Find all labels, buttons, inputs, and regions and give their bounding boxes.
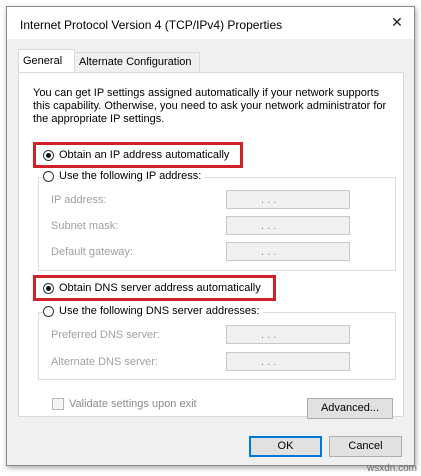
window-title: Internet Protocol Version 4 (TCP/IPv4) P… <box>20 18 283 32</box>
advanced-button[interactable]: Advanced... <box>307 398 393 419</box>
subnet-mask-label: Subnet mask: <box>51 220 119 232</box>
ip-address-label: IP address: <box>51 194 107 206</box>
alternate-dns-label: Alternate DNS server: <box>51 356 158 368</box>
validate-checkbox[interactable] <box>52 398 64 410</box>
default-gateway-input[interactable]: . . . <box>226 242 350 261</box>
validate-row[interactable]: Validate settings upon exit <box>52 398 197 410</box>
close-icon: ✕ <box>391 14 403 30</box>
title-bar: Internet Protocol Version 4 (TCP/IPv4) P… <box>7 7 414 39</box>
dns-manual-label: Use the following DNS server addresses: <box>59 305 260 317</box>
default-gateway-label: Default gateway: <box>51 246 133 258</box>
subnet-mask-input[interactable]: . . . <box>226 216 350 235</box>
ip-address-input[interactable]: . . . <box>226 190 350 209</box>
cancel-button[interactable]: Cancel <box>329 436 402 457</box>
ip-manual-radio-row[interactable]: Use the following IP address: <box>43 170 205 182</box>
ok-button[interactable]: OK <box>249 436 322 457</box>
validate-label: Validate settings upon exit <box>69 398 197 410</box>
dns-manual-radio-row[interactable]: Use the following DNS server addresses: <box>43 305 263 317</box>
ip-manual-label: Use the following IP address: <box>59 170 202 182</box>
preferred-dns-input[interactable]: . . . <box>226 325 350 344</box>
ip-auto-label: Obtain an IP address automatically <box>59 149 230 161</box>
dns-manual-radio[interactable] <box>43 305 54 317</box>
watermark-text: wsxdn.com <box>366 463 417 474</box>
description-text: You can get IP settings assigned automat… <box>33 87 387 125</box>
dns-auto-radio[interactable] <box>43 282 54 294</box>
preferred-dns-value: . . . <box>261 329 277 341</box>
dns-auto-label: Obtain DNS server address automatically <box>59 282 261 294</box>
dns-auto-radio-row[interactable]: Obtain DNS server address automatically <box>43 282 261 294</box>
close-button[interactable]: ✕ <box>386 11 408 33</box>
tab-alternate-configuration[interactable]: Alternate Configuration <box>74 52 200 72</box>
alternate-dns-input[interactable]: . . . <box>226 352 350 371</box>
dialog-window: Internet Protocol Version 4 (TCP/IPv4) P… <box>6 6 415 466</box>
alternate-dns-value: . . . <box>261 356 277 368</box>
general-panel: You can get IP settings assigned automat… <box>18 72 404 419</box>
preferred-dns-label: Preferred DNS server: <box>51 329 160 341</box>
tab-general[interactable]: General <box>18 49 75 72</box>
default-gateway-value: . . . <box>261 246 277 258</box>
subnet-mask-value: . . . <box>261 220 277 232</box>
ip-auto-radio[interactable] <box>43 149 54 161</box>
ip-address-value: . . . <box>261 194 277 206</box>
ip-manual-radio[interactable] <box>43 170 54 182</box>
ip-auto-radio-row[interactable]: Obtain an IP address automatically <box>43 149 229 161</box>
